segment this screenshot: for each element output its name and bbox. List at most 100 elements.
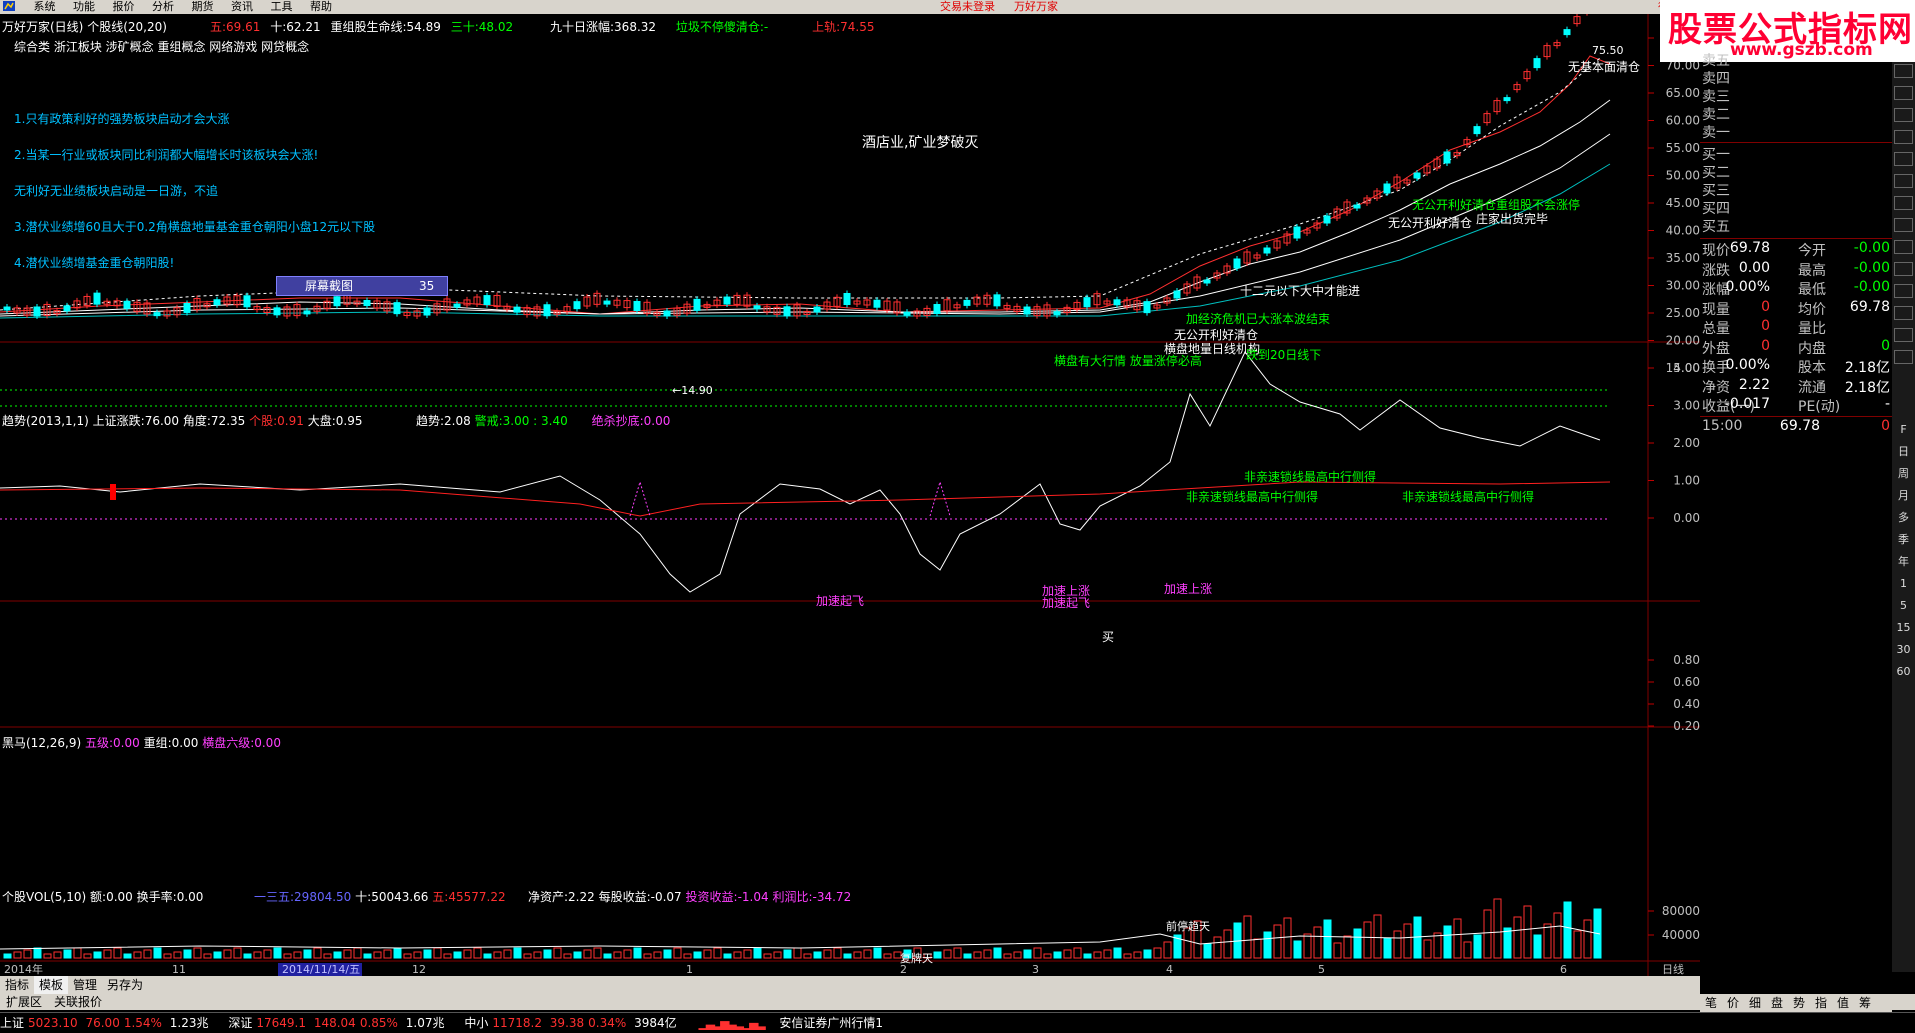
tool-icon[interactable]: [1894, 262, 1913, 276]
period-button[interactable]: 周: [1894, 466, 1913, 482]
screenshot-button[interactable]: 屏幕截图 35: [276, 276, 448, 296]
period-label: 日线: [1662, 962, 1684, 976]
volume-bar: [383, 949, 392, 959]
tool-icon[interactable]: [1894, 108, 1913, 122]
volume-bar: [1273, 924, 1282, 959]
horse-info: 黑马(12,26,9) 五级:0.00 重组:0.00 横盘六级:0.00: [2, 734, 281, 751]
tab-manage[interactable]: 管理: [68, 976, 102, 994]
volume-bar: [933, 951, 942, 959]
volume-bar: [193, 947, 202, 959]
tool-icon[interactable]: [1894, 284, 1913, 298]
quote-l1: 现价: [1702, 243, 1730, 259]
period-button[interactable]: 年: [1894, 554, 1913, 570]
zx-index-label[interactable]: 中小: [464, 1016, 488, 1030]
tool-icon[interactable]: [1894, 152, 1913, 166]
tool-icon[interactable]: [1894, 306, 1913, 320]
period-button[interactable]: 30: [1894, 642, 1913, 658]
period-button[interactable]: 月: [1894, 488, 1913, 504]
volume-bar: [73, 947, 82, 959]
volume-bar: [163, 953, 172, 959]
quote-tab[interactable]: 势: [1788, 994, 1810, 1012]
annotation-9: 跌到20日线下: [1246, 348, 1322, 362]
menu-system[interactable]: 系统: [34, 0, 56, 14]
market-label: 大盘:: [307, 414, 336, 428]
note-4: 3.潜伏业绩增60且大于0.2角横盘地量基金重仓朝阳小盘12元以下股: [14, 220, 376, 234]
annotation-4: 十二元以下大中才能进: [1240, 284, 1361, 298]
period-button[interactable]: 1: [1894, 576, 1913, 592]
tool-icon[interactable]: [1894, 86, 1913, 100]
period-button[interactable]: 15: [1894, 620, 1913, 636]
lifeline-value: 54.89: [406, 20, 441, 34]
quote-v1: 0.00%: [1725, 279, 1770, 295]
trend-text-5: 加速起飞: [816, 594, 865, 608]
menu-quote[interactable]: 报价: [113, 0, 135, 14]
volume-bar: [1123, 953, 1132, 959]
trade-login-status[interactable]: 交易未登录: [940, 0, 995, 14]
menu-help[interactable]: 帮助: [310, 0, 332, 14]
tool-icon[interactable]: [1894, 328, 1913, 342]
tool-icon[interactable]: [1894, 196, 1913, 210]
sz-index-label[interactable]: 深证: [228, 1016, 252, 1030]
volume-bar: [273, 947, 282, 959]
zx-index-amount: 3984亿: [634, 1016, 677, 1030]
axis-tick-label: 1.00: [1673, 474, 1700, 488]
tab-save-as[interactable]: 另存为: [102, 976, 148, 994]
volume-bar: [693, 951, 702, 959]
quote-tab[interactable]: 指: [1810, 994, 1832, 1012]
center-note: 酒店业,矿业梦破灭: [862, 135, 979, 151]
vol-5-value: 45577.22: [448, 890, 506, 904]
x-axis-label: 12: [412, 963, 426, 976]
quote-tabs: 笔价细盘势指值筹: [1700, 994, 1892, 1012]
tool-icon[interactable]: [1894, 64, 1913, 78]
menu-news[interactable]: 资讯: [231, 0, 253, 14]
tool-icon[interactable]: [1894, 130, 1913, 144]
quote-l1: 外盘: [1702, 340, 1730, 357]
period-button[interactable]: 季: [1894, 532, 1913, 548]
volume-bar: [233, 947, 242, 959]
volume-bar: [1213, 936, 1222, 959]
x-axis-label: 11: [172, 963, 186, 976]
quote-tab[interactable]: 细: [1744, 994, 1766, 1012]
tool-icon[interactable]: [1894, 350, 1913, 364]
volume-bar: [1543, 923, 1552, 959]
quote-tab[interactable]: 笔: [1700, 994, 1722, 1012]
tab-indicator[interactable]: 指标: [0, 976, 34, 994]
broker-server[interactable]: 安信证券广州行情1: [779, 1016, 883, 1030]
axis-tick-label: 50.00: [1666, 169, 1700, 183]
trend-title: 趋势(2013,1,1): [2, 414, 89, 428]
volume-bar: [1253, 938, 1262, 959]
flat-label: 横盘六级:: [202, 736, 255, 750]
period-button[interactable]: 60: [1894, 664, 1913, 680]
upper-value: 74.55: [840, 20, 875, 34]
menu-tools[interactable]: 工具: [271, 0, 293, 14]
tab-template[interactable]: 模板: [34, 976, 69, 994]
sh-index-label[interactable]: 上证: [0, 1016, 24, 1030]
menu-futures[interactable]: 期货: [192, 0, 214, 14]
tick-time: 15:00: [1702, 418, 1743, 434]
tool-icon[interactable]: [1894, 240, 1913, 254]
upper-label: 上轨:: [812, 20, 841, 34]
period-button[interactable]: 日: [1894, 444, 1913, 460]
quote-tab[interactable]: 盘: [1766, 994, 1788, 1012]
quote-v1: 0.00%: [1725, 357, 1770, 373]
period-button[interactable]: 5: [1894, 598, 1913, 614]
tab-extension[interactable]: 扩展区: [0, 995, 48, 1009]
menu-analysis[interactable]: 分析: [152, 0, 174, 14]
quote-tab[interactable]: 价: [1722, 994, 1744, 1012]
volume-bar: [733, 951, 742, 959]
tab-related-quote[interactable]: 关联报价: [48, 995, 108, 1009]
period-button[interactable]: 多: [1894, 510, 1913, 526]
quote-tab[interactable]: 值: [1832, 994, 1854, 1012]
volume-bar: [683, 953, 692, 959]
tool-icon[interactable]: [1894, 174, 1913, 188]
axis-tick-label: 35.00: [1666, 251, 1700, 265]
volume-bar: [173, 951, 182, 959]
volume-bar: [523, 953, 532, 959]
tool-icon[interactable]: [1894, 218, 1913, 232]
buy-4-label: 买四: [1702, 201, 1730, 217]
menu-function[interactable]: 功能: [73, 0, 95, 14]
quote-tab[interactable]: 筹: [1854, 994, 1876, 1012]
volume-bar: [393, 947, 402, 959]
five-level-label: 五级:: [85, 736, 114, 750]
period-button[interactable]: F: [1894, 422, 1913, 438]
